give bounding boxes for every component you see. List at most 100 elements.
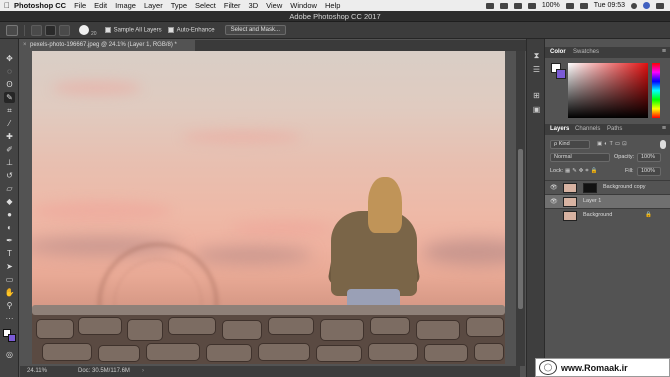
notification-center-icon[interactable] bbox=[656, 2, 664, 9]
zoom-tool-icon[interactable]: ⚲ bbox=[4, 300, 15, 311]
battery-icon[interactable] bbox=[565, 2, 574, 9]
panel-menu-icon[interactable]: ≡ bbox=[662, 125, 666, 132]
search-icon[interactable] bbox=[631, 2, 637, 9]
wifi-icon[interactable] bbox=[513, 2, 522, 9]
auto-enhance-option[interactable]: Auto-Enhance bbox=[167, 26, 215, 33]
flag-icon[interactable] bbox=[579, 2, 588, 9]
paint-bucket-tool-icon[interactable]: ◆ bbox=[4, 196, 15, 207]
subtract-from-selection-icon[interactable] bbox=[59, 24, 70, 36]
select-and-mask-button[interactable]: Select and Mask... bbox=[224, 25, 286, 35]
tab-swatches[interactable]: Swatches bbox=[573, 49, 599, 55]
fill-input[interactable]: 100% bbox=[637, 167, 661, 176]
dropbox-icon[interactable] bbox=[485, 2, 494, 9]
layer-mask-thumbnail[interactable] bbox=[583, 183, 597, 193]
brush-tool-icon[interactable]: ✐ bbox=[4, 144, 15, 155]
panel-menu-icon[interactable]: ≡ bbox=[662, 48, 666, 55]
layer-name[interactable]: Background bbox=[583, 212, 612, 218]
move-tool-icon[interactable]: ✥ bbox=[4, 53, 15, 64]
menu-3d[interactable]: 3D bbox=[249, 1, 259, 10]
siri-icon[interactable] bbox=[643, 2, 650, 9]
layers-panel-tabs: Layers Channels Paths ≡ bbox=[545, 124, 670, 135]
properties-panel-icon[interactable]: ☰ bbox=[531, 65, 542, 75]
scrollbar-thumb[interactable] bbox=[518, 149, 523, 309]
tab-color[interactable]: Color bbox=[550, 49, 566, 55]
quick-mask-icon[interactable]: ◎ bbox=[4, 349, 15, 360]
layer-filter-kind[interactable]: ρ Kind bbox=[550, 140, 590, 149]
color-field[interactable] bbox=[568, 63, 648, 118]
opacity-label: Opacity: bbox=[614, 154, 635, 160]
clock[interactable]: Tue 09:53 bbox=[594, 2, 625, 9]
stone bbox=[168, 317, 216, 335]
blur-tool-icon[interactable]: ● bbox=[4, 209, 15, 220]
tab-layers[interactable]: Layers bbox=[550, 126, 569, 132]
layer-row[interactable]: 👁 Background copy bbox=[545, 180, 670, 194]
clone-stamp-tool-icon[interactable]: ⊥ bbox=[4, 157, 15, 168]
zoom-level[interactable]: 24.11% bbox=[27, 366, 47, 377]
hue-slider[interactable] bbox=[652, 63, 660, 118]
background-color[interactable] bbox=[556, 69, 566, 79]
opacity-input[interactable]: 100% bbox=[637, 153, 661, 162]
hand-tool-icon[interactable]: ✋ bbox=[4, 287, 15, 298]
healing-brush-tool-icon[interactable]: ✚ bbox=[4, 131, 15, 142]
marquee-tool-icon[interactable]: ◌ bbox=[4, 66, 15, 77]
quick-selection-tool-icon[interactable]: ✎ bbox=[4, 92, 15, 103]
status-menu-arrow-icon[interactable]: › bbox=[142, 366, 144, 377]
layer-row[interactable]: 👁 Layer 1 bbox=[545, 194, 670, 208]
layer-row[interactable]: Background 🔒 bbox=[545, 208, 670, 222]
vertical-scrollbar[interactable] bbox=[516, 51, 525, 366]
filter-toggle-icon[interactable] bbox=[660, 140, 666, 149]
layer-name[interactable]: Layer 1 bbox=[583, 198, 601, 204]
battery-percent[interactable]: 100% bbox=[542, 2, 560, 9]
menu-filter[interactable]: Filter bbox=[224, 1, 241, 10]
close-tab-icon[interactable]: × bbox=[23, 40, 27, 51]
menu-file[interactable]: File bbox=[74, 1, 86, 10]
libraries-panel-icon[interactable]: ▣ bbox=[531, 105, 542, 115]
menu-edit[interactable]: Edit bbox=[94, 1, 107, 10]
menu-help[interactable]: Help bbox=[325, 1, 340, 10]
apple-icon[interactable]:  bbox=[0, 1, 14, 10]
eraser-tool-icon[interactable]: ▱ bbox=[4, 183, 15, 194]
menu-image[interactable]: Image bbox=[115, 1, 136, 10]
brush-preview-icon[interactable] bbox=[79, 25, 89, 35]
new-selection-icon[interactable] bbox=[31, 24, 42, 36]
app-menu[interactable]: Photoshop CC bbox=[14, 1, 66, 10]
sample-all-layers-checkbox[interactable] bbox=[104, 26, 111, 33]
menu-select[interactable]: Select bbox=[195, 1, 216, 10]
history-panel-icon[interactable]: ⧗ bbox=[531, 51, 542, 61]
rectangle-tool-icon[interactable]: ▭ bbox=[4, 274, 15, 285]
tab-channels[interactable]: Channels bbox=[575, 126, 600, 132]
tool-preset-picker[interactable] bbox=[6, 24, 18, 36]
eye-icon[interactable]: 👁 bbox=[550, 198, 558, 205]
adjustments-panel-icon[interactable]: ⊞ bbox=[531, 91, 542, 101]
brush-size[interactable]: 20 bbox=[91, 31, 97, 37]
crop-tool-icon[interactable]: ⌗ bbox=[4, 105, 15, 116]
document-canvas[interactable] bbox=[32, 51, 505, 364]
volume-icon[interactable] bbox=[527, 2, 536, 9]
eyedropper-tool-icon[interactable]: ⁄ bbox=[4, 118, 15, 129]
menu-type[interactable]: Type bbox=[171, 1, 187, 10]
auto-enhance-checkbox[interactable] bbox=[167, 26, 174, 33]
menu-view[interactable]: View bbox=[266, 1, 282, 10]
pen-tool-icon[interactable]: ✒ bbox=[4, 235, 15, 246]
document-tab[interactable]: × pexels-photo-196667.jpeg @ 24.1% (Laye… bbox=[20, 40, 195, 51]
menu-window[interactable]: Window bbox=[290, 1, 317, 10]
menu-layer[interactable]: Layer bbox=[144, 1, 163, 10]
cloud-icon[interactable] bbox=[499, 2, 508, 9]
tab-paths[interactable]: Paths bbox=[607, 126, 622, 132]
type-tool-icon[interactable]: T bbox=[4, 248, 15, 259]
lock-icons[interactable]: ▦✎✥⌗🔒 bbox=[565, 168, 599, 175]
add-to-selection-icon[interactable] bbox=[45, 24, 56, 36]
stone bbox=[98, 345, 140, 362]
filter-icons[interactable]: ▣◐T▭⊡ bbox=[597, 141, 629, 147]
stone bbox=[316, 345, 362, 362]
history-brush-tool-icon[interactable]: ↺ bbox=[4, 170, 15, 181]
background-color-swatch[interactable] bbox=[8, 334, 16, 342]
more-tools-icon[interactable]: ··· bbox=[4, 313, 15, 324]
blend-mode-select[interactable]: Normal bbox=[550, 153, 610, 162]
layer-name[interactable]: Background copy bbox=[603, 184, 646, 190]
dodge-tool-icon[interactable]: ◐ bbox=[4, 222, 15, 233]
path-selection-tool-icon[interactable]: ➤ bbox=[4, 261, 15, 272]
sample-all-layers-option[interactable]: Sample All Layers bbox=[104, 26, 162, 33]
eye-icon[interactable]: 👁 bbox=[550, 184, 558, 191]
lasso-tool-icon[interactable]: ʘ bbox=[4, 79, 15, 90]
